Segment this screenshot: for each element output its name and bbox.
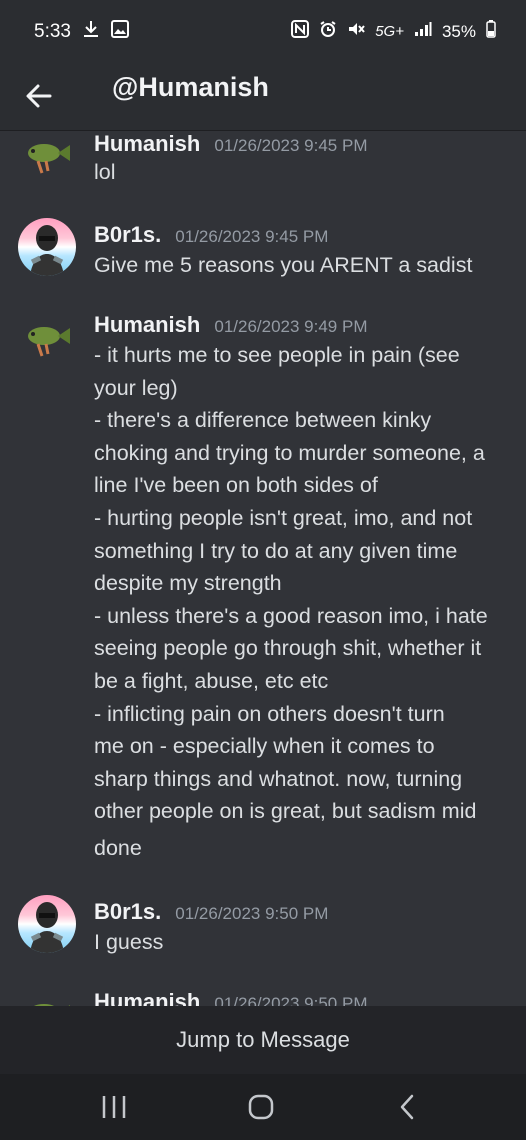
recents-icon — [102, 1096, 126, 1118]
message-list[interactable]: Humanish 01/26/2023 9:45 PM lol B0r1s. 0… — [0, 131, 526, 1006]
message-line: lol — [94, 160, 116, 184]
message-line: be a fight, abuse, etc etc — [94, 668, 329, 693]
alarm-icon — [319, 20, 337, 43]
message-line: something I try to do at any given time — [94, 538, 458, 563]
message-line: seeing people go through shit, whether i… — [94, 636, 482, 661]
message-line: I guess — [94, 930, 164, 954]
message-line: other people on is great, but sadism mid — [94, 799, 477, 824]
message-line: done — [94, 835, 142, 860]
message-content: Give me 5 reasons you ARENT a sadist — [94, 249, 514, 282]
message-author[interactable]: Humanish — [94, 989, 200, 1006]
message-line: - inflicting pain on others doesn't turn — [94, 701, 445, 726]
battery-percent: 35% — [441, 21, 476, 41]
message-author[interactable]: Humanish — [94, 312, 200, 338]
status-time: 5:33 — [34, 21, 71, 42]
message-line: your leg) — [94, 375, 178, 400]
message-line: sharp things and whatnot. now, turning — [94, 766, 463, 791]
recents-button[interactable] — [94, 1090, 134, 1124]
person-avatar[interactable] — [18, 895, 76, 953]
back-chevron-icon — [400, 1094, 414, 1120]
message-author[interactable]: B0r1s. — [94, 899, 161, 925]
network-type: 5G+ — [375, 23, 404, 40]
back-button[interactable] — [20, 76, 60, 116]
signal-icon — [414, 21, 432, 42]
message-timestamp: 01/26/2023 9:50 PM — [214, 994, 368, 1006]
message-timestamp: 01/26/2023 9:49 PM — [214, 317, 368, 336]
mute-icon — [347, 20, 365, 43]
arrow-left-icon — [26, 84, 52, 108]
system-nav-bar — [0, 1074, 526, 1140]
message-line: line I've been on both sides of — [94, 473, 378, 498]
status-bar: 5:33 5G+ 35% — [0, 0, 526, 62]
message-line: - unless there's a good reason imo, i ha… — [94, 603, 488, 628]
message-author[interactable]: Humanish — [94, 131, 200, 157]
message-content: - it hurts me to see people in pain (see… — [94, 339, 514, 865]
message-timestamp: 01/26/2023 9:50 PM — [175, 904, 329, 923]
message-content: lol — [94, 156, 514, 189]
message-timestamp: 01/26/2023 9:45 PM — [175, 227, 329, 246]
message-line: - there's a difference between kinky — [94, 408, 432, 433]
fish-avatar[interactable] — [18, 133, 76, 191]
message-line: Give me 5 reasons you ARENT a sadist — [94, 253, 473, 277]
jump-to-message-label: Jump to Message — [176, 1027, 350, 1052]
jump-to-message-button[interactable]: Jump to Message — [0, 1006, 526, 1074]
message-line: choking and trying to murder someone, a — [94, 440, 485, 465]
home-icon — [248, 1094, 274, 1120]
chat-header: @Humanish — [0, 62, 526, 131]
system-back-button[interactable] — [388, 1090, 428, 1124]
fish-avatar[interactable] — [18, 993, 76, 1006]
fish-avatar[interactable] — [18, 316, 76, 374]
message-line: despite my strength — [94, 571, 282, 596]
message-timestamp: 01/26/2023 9:45 PM — [214, 136, 368, 155]
battery-icon — [486, 20, 496, 43]
person-avatar[interactable] — [18, 218, 76, 276]
download-icon — [83, 20, 99, 44]
message-line: - hurting people isn't great, imo, and n… — [94, 505, 473, 530]
gallery-icon — [110, 20, 129, 44]
nfc-icon — [291, 20, 310, 43]
message-line: - it hurts me to see people in pain (see — [94, 343, 460, 367]
home-button[interactable] — [241, 1090, 281, 1124]
message-line: me on - especially when it comes to — [94, 734, 435, 759]
channel-title[interactable]: @Humanish — [112, 72, 269, 103]
message-author[interactable]: B0r1s. — [94, 222, 161, 248]
message-content: I guess — [94, 926, 514, 959]
